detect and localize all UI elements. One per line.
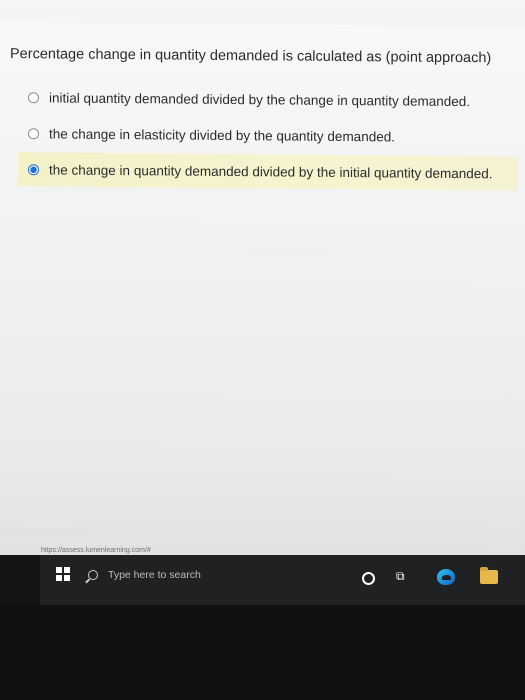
windows-start-icon[interactable] <box>56 567 70 581</box>
answer-option-label: the change in quantity demanded divided … <box>49 161 493 181</box>
status-bar-url: https://assess.lumenlearning.com/# <box>38 546 154 555</box>
answer-option-1[interactable]: initial quantity demanded divided by the… <box>28 80 508 118</box>
radio-unselected-icon[interactable] <box>28 91 39 103</box>
radio-unselected-icon[interactable] <box>28 127 39 139</box>
monitor-bezel-bottom <box>0 605 525 700</box>
answer-option-label: the change in elasticity divided by the … <box>49 125 395 144</box>
taskbar-search-box[interactable]: Type here to search <box>82 563 362 587</box>
quiz-page: Percentage change in quantity demanded i… <box>0 22 525 567</box>
cortana-icon[interactable] <box>362 572 375 585</box>
radio-selected-icon[interactable] <box>28 163 39 175</box>
answer-option-2[interactable]: the change in elasticity divided by the … <box>28 116 508 154</box>
task-view-icon[interactable]: ⧉ <box>396 570 407 582</box>
answer-option-label: initial quantity demanded divided by the… <box>49 89 471 109</box>
search-placeholder: Type here to search <box>108 569 201 581</box>
file-explorer-icon[interactable] <box>480 567 498 584</box>
answer-option-3-selected[interactable]: the change in quantity demanded divided … <box>18 152 518 191</box>
monitor-bezel-left <box>0 555 40 605</box>
edge-browser-icon[interactable] <box>437 569 455 585</box>
search-icon <box>88 570 98 580</box>
question-text: Percentage change in quantity demanded i… <box>10 46 492 67</box>
windows-taskbar: Type here to search ⧉ <box>40 555 525 605</box>
monitor-screen: Percentage change in quantity demanded i… <box>0 0 525 700</box>
